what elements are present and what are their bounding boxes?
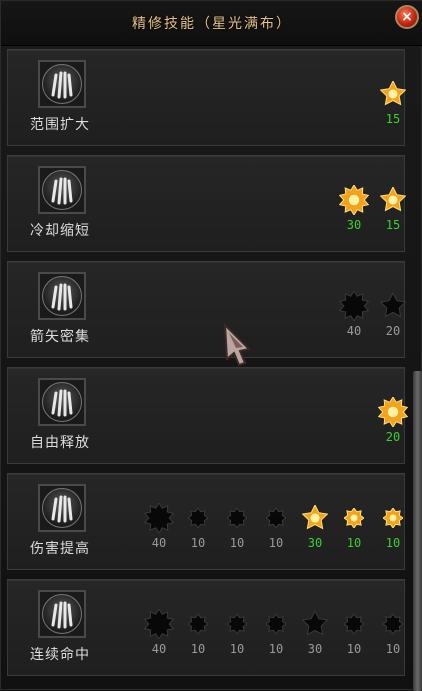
unlit-star-icon: [380, 293, 406, 318]
claw-skill-icon[interactable]: [38, 272, 86, 320]
close-icon: ×: [401, 9, 413, 25]
unlit-star-icon: [144, 609, 174, 639]
star-node[interactable]: 10: [334, 614, 374, 656]
star-value: 10: [190, 642, 206, 656]
lit-star-icon: [380, 187, 406, 212]
star-node[interactable]: 40: [139, 609, 179, 656]
star-value: 10: [229, 642, 245, 656]
star-node[interactable]: 15: [373, 81, 413, 126]
skill-icon-disc: [42, 170, 82, 210]
unlit-star-icon: [266, 614, 286, 634]
skill-row: 自由释放 20: [7, 367, 408, 464]
star-node[interactable]: 20: [373, 397, 413, 444]
skill-row: 连续命中 40 10 10 10 30 10 10: [7, 579, 405, 676]
star-value: 10: [268, 642, 284, 656]
star-node[interactable]: 10: [373, 508, 413, 550]
star-node[interactable]: 10: [256, 508, 296, 550]
skill-refine-window: 精修技能（星光满布） × 范围扩大 15 冷却缩短 30 15 箭矢密集 40 20 自由释放 2…: [0, 0, 422, 691]
star-node[interactable]: 30: [295, 611, 335, 656]
skill-row: 冷却缩短 30 15: [7, 155, 406, 252]
title-bar: 精修技能（星光满布）: [1, 1, 422, 46]
lit-star-icon: [378, 397, 408, 427]
claw-skill-icon[interactable]: [38, 166, 86, 214]
star-value: 15: [385, 218, 401, 232]
star-node[interactable]: 40: [334, 291, 374, 338]
star-value: 20: [385, 324, 401, 338]
cursor-arrow-icon: [223, 323, 251, 367]
skill-name: 连续命中: [30, 647, 90, 663]
skill-icon-disc: [42, 64, 82, 104]
unlit-star-icon: [266, 508, 286, 528]
skill-row: 范围扩大 15: [7, 49, 406, 146]
claw-skill-icon[interactable]: [38, 60, 86, 108]
close-button[interactable]: ×: [395, 5, 419, 29]
claw-skill-icon[interactable]: [38, 378, 86, 426]
star-value: 10: [229, 536, 245, 550]
star-node[interactable]: 30: [334, 185, 374, 232]
star-node[interactable]: 10: [217, 508, 257, 550]
star-node[interactable]: 15: [373, 187, 413, 232]
skill-row: 箭矢密集 40 20: [7, 261, 406, 358]
claw-skill-icon[interactable]: [38, 590, 86, 638]
star-value: 10: [190, 536, 206, 550]
star-value: 20: [385, 430, 401, 444]
star-node[interactable]: 10: [178, 508, 218, 550]
star-value: 10: [385, 642, 401, 656]
skill-row: 伤害提高 40 10 10 10 30 10 10: [7, 473, 405, 570]
window-title: 精修技能（星光满布）: [132, 16, 292, 32]
unlit-star-icon: [188, 614, 208, 634]
star-node[interactable]: 20: [373, 293, 413, 338]
star-node[interactable]: 10: [178, 614, 218, 656]
star-value: 30: [307, 536, 323, 550]
skill-name: 冷却缩短: [30, 223, 90, 239]
lit-star-icon: [302, 505, 328, 530]
star-value: 10: [346, 642, 362, 656]
unlit-star-icon: [144, 503, 174, 533]
skill-name: 伤害提高: [30, 541, 90, 557]
unlit-star-icon: [339, 291, 369, 321]
skill-icon-disc: [42, 488, 82, 528]
unlit-star-icon: [344, 614, 364, 634]
unlit-star-icon: [302, 611, 328, 636]
star-node[interactable]: 10: [334, 508, 374, 550]
star-value: 10: [385, 536, 401, 550]
unlit-star-icon: [227, 508, 247, 528]
lit-star-icon: [383, 508, 403, 528]
unlit-star-icon: [383, 614, 403, 634]
star-node[interactable]: 30: [295, 505, 335, 550]
skill-icon-disc: [42, 382, 82, 422]
star-node[interactable]: 10: [256, 614, 296, 656]
skill-icon-disc: [42, 276, 82, 316]
star-value: 40: [346, 324, 362, 338]
unlit-star-icon: [188, 508, 208, 528]
star-node[interactable]: 10: [373, 614, 413, 656]
skill-name: 自由释放: [30, 435, 90, 451]
scrollbar[interactable]: [413, 371, 422, 691]
skill-name: 箭矢密集: [30, 329, 90, 345]
star-value: 40: [151, 536, 167, 550]
lit-star-icon: [339, 185, 369, 215]
claw-skill-icon[interactable]: [38, 484, 86, 532]
star-value: 10: [346, 536, 362, 550]
lit-star-icon: [380, 81, 406, 106]
skill-icon-disc: [42, 594, 82, 634]
star-node[interactable]: 10: [217, 614, 257, 656]
star-value: 40: [151, 642, 167, 656]
star-value: 30: [346, 218, 362, 232]
star-node[interactable]: 40: [139, 503, 179, 550]
star-value: 30: [307, 642, 323, 656]
unlit-star-icon: [227, 614, 247, 634]
lit-star-icon: [344, 508, 364, 528]
star-value: 10: [268, 536, 284, 550]
star-value: 15: [385, 112, 401, 126]
skill-name: 范围扩大: [30, 117, 90, 133]
